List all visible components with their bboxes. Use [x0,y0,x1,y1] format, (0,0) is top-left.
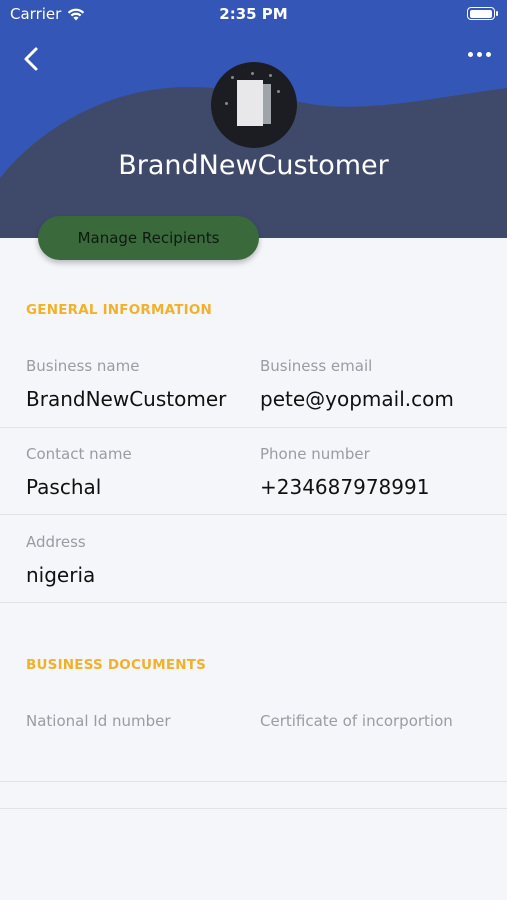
general-information-title: GENERAL INFORMATION [26,302,213,318]
phone-number-label: Phone number [260,445,370,463]
profile-name: BrandNewCustomer [118,150,389,181]
divider [0,514,507,515]
national-id-label[interactable]: National Id number [26,712,171,730]
more-options-button[interactable] [468,52,491,57]
certificate-of-incorporation-label[interactable]: Certificate of incorpor­tion [260,712,453,730]
chevron-left-icon [24,47,38,71]
status-time: 2:35 PM [219,5,288,23]
business-email-value: pete@yopmail.com [260,387,454,411]
business-documents-title: BUSINESS DOCUMENTS [26,657,207,673]
business-name-value: BrandNewCustomer [26,387,227,411]
divider [0,808,507,809]
battery-icon [467,7,498,20]
avatar[interactable] [211,62,297,148]
status-bar: Carrier 2:35 PM [0,0,507,30]
profile-header: Carrier 2:35 PM BrandNewCustomer [0,0,507,238]
manage-recipients-button[interactable]: Manage Recipients [38,216,259,260]
phone-number-value: +234687978991 [260,475,430,499]
business-name-label: Business name [26,357,140,375]
contact-name-value: Paschal [26,475,102,499]
divider [0,427,507,428]
address-value: nigeria [26,563,96,587]
contact-name-label: Contact name [26,445,132,463]
divider [0,781,507,782]
more-horizontal-icon [468,52,473,57]
business-email-label: Business email [260,357,373,375]
back-button[interactable] [16,44,46,74]
address-label: Address [26,533,86,551]
divider [0,602,507,603]
